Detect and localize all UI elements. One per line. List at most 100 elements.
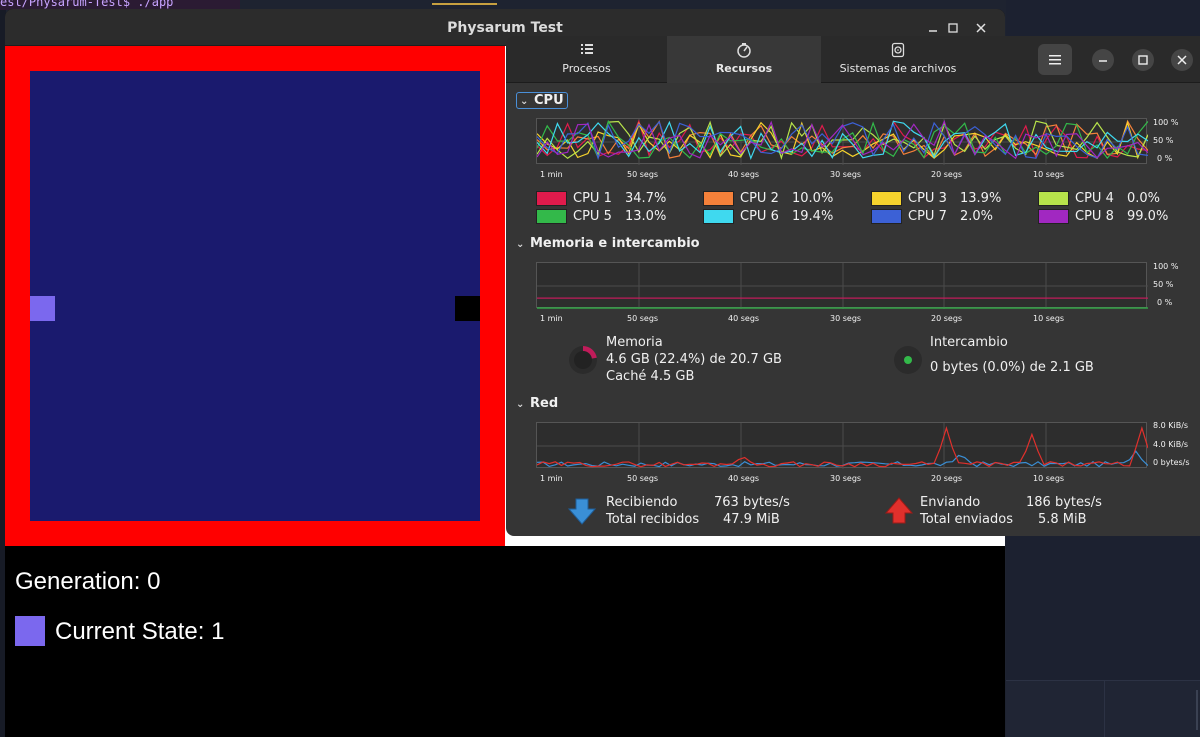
memory-graph-canvas	[537, 263, 1148, 309]
axis-label: 0 %	[1157, 154, 1173, 163]
cpu-name: CPU 6	[740, 209, 779, 224]
cpu-section-toggle[interactable]: ⌄ CPU	[516, 92, 568, 109]
axis-label: 100 %	[1153, 262, 1179, 271]
memory-cache: Caché 4.5 GB	[606, 369, 695, 384]
cpu-color-swatch[interactable]	[1038, 191, 1069, 206]
network-section-toggle[interactable]: ⌄ Red	[516, 396, 558, 411]
cpu-color-swatch[interactable]	[536, 209, 567, 224]
hamburger-icon	[1049, 55, 1061, 65]
axis-label: 30 segs	[830, 314, 862, 323]
maximize-button[interactable]	[945, 20, 961, 36]
axis-label: 20 segs	[931, 170, 963, 179]
minimize-button[interactable]	[925, 20, 941, 36]
swap-usage: 0 bytes (0.0%) de 2.1 GB	[930, 360, 1094, 375]
simulation-canvas[interactable]	[5, 46, 505, 546]
minimize-icon	[1099, 60, 1107, 62]
memory-section-toggle[interactable]: ⌄ Memoria e intercambio	[516, 236, 700, 251]
inactive-cell	[455, 296, 480, 321]
simulation-grid	[30, 71, 480, 521]
total-received-value: 47.9 MiB	[723, 512, 780, 527]
axis-label: 20 segs	[931, 474, 963, 483]
axis-label: 8.0 KiB/s	[1153, 421, 1189, 430]
tab-label: Sistemas de archivos	[839, 62, 957, 75]
cpu-name: CPU 5	[573, 209, 612, 224]
cpu-color-swatch[interactable]	[871, 191, 902, 206]
cpu-value: 13.0%	[625, 209, 667, 224]
close-icon	[1177, 55, 1187, 65]
axis-label: 40 segs	[728, 314, 760, 323]
total-received-label: Total recibidos	[606, 512, 700, 527]
swap-pie-icon[interactable]	[893, 345, 923, 375]
simulation-info-panel: Generation: 0 Current State: 1	[5, 546, 1005, 737]
axis-label: 30 segs	[830, 170, 862, 179]
close-button[interactable]	[1171, 49, 1193, 71]
axis-label: 1 min	[540, 170, 563, 179]
axis-label: 50 %	[1153, 136, 1174, 145]
section-title: Red	[530, 396, 559, 411]
memory-title: Memoria	[606, 335, 663, 350]
upload-arrow-icon[interactable]	[884, 497, 914, 525]
axis-label: 50 segs	[627, 314, 659, 323]
axis-label: 1 min	[540, 474, 563, 483]
download-arrow-icon[interactable]	[567, 497, 597, 525]
axis-label: 0 %	[1157, 298, 1173, 307]
axis-label: 1 min	[540, 314, 563, 323]
generation-counter: Generation: 0	[15, 568, 161, 595]
minimize-button[interactable]	[1092, 49, 1114, 71]
memory-history-graph	[536, 262, 1148, 309]
maximize-button[interactable]	[1132, 49, 1154, 71]
total-sent-label: Total enviados	[920, 512, 1013, 527]
axis-label: 20 segs	[931, 314, 963, 323]
tab-recursos[interactable]: Recursos	[667, 36, 821, 83]
list-icon	[506, 42, 667, 58]
gauge-icon	[667, 42, 821, 58]
disk-icon	[821, 42, 975, 58]
axis-label: 50 segs	[627, 170, 659, 179]
cpu-color-swatch[interactable]	[703, 209, 734, 224]
receiving-label: Recibiendo	[606, 495, 678, 510]
close-button[interactable]	[973, 20, 989, 36]
axis-label: 40 segs	[728, 474, 760, 483]
axis-label: 100 %	[1153, 118, 1179, 127]
cpu-color-swatch[interactable]	[536, 191, 567, 206]
axis-label: 50 segs	[627, 474, 659, 483]
main-menu-button[interactable]	[1038, 44, 1072, 75]
state-color-swatch	[15, 616, 45, 646]
tab-sistemas-de-archivos[interactable]: Sistemas de archivos	[821, 36, 975, 83]
tab-procesos[interactable]: Procesos	[506, 36, 667, 83]
cpu-color-swatch[interactable]	[1038, 209, 1069, 224]
cpu-name: CPU 3	[908, 191, 947, 206]
memory-pie-icon[interactable]	[568, 345, 598, 375]
cpu-value: 13.9%	[960, 191, 1002, 206]
chevron-down-icon: ⌄	[516, 399, 525, 410]
tab-label: Recursos	[715, 62, 773, 75]
tab-label: Procesos	[562, 62, 611, 75]
cpu-graph-canvas	[537, 119, 1148, 165]
axis-label: 4.0 KiB/s	[1153, 440, 1189, 449]
axis-label: 10 segs	[1033, 474, 1065, 483]
swap-title: Intercambio	[930, 335, 1008, 350]
cpu-value: 34.7%	[625, 191, 667, 206]
sending-rate: 186 bytes/s	[1026, 495, 1102, 510]
system-monitor-header[interactable]: Procesos Recursos Sistemas de archivos	[506, 36, 1200, 83]
maximize-icon	[1138, 55, 1148, 65]
axis-label: 40 segs	[728, 170, 760, 179]
cpu-value: 99.0%	[1127, 209, 1169, 224]
active-cell	[30, 296, 55, 321]
maximize-icon	[948, 23, 958, 33]
background-scrollbar[interactable]	[1196, 690, 1198, 730]
cpu-name: CPU 4	[1075, 191, 1114, 206]
cpu-value: 19.4%	[792, 209, 834, 224]
current-state-label: Current State: 1	[55, 618, 225, 645]
cpu-value: 10.0%	[792, 191, 834, 206]
cpu-name: CPU 7	[908, 209, 947, 224]
system-monitor-window: Procesos Recursos Sistemas de archivos ⌄…	[506, 36, 1200, 536]
cpu-color-swatch[interactable]	[703, 191, 734, 206]
total-sent-value: 5.8 MiB	[1038, 512, 1087, 527]
axis-label: 0 bytes/s	[1153, 458, 1190, 467]
cpu-color-swatch[interactable]	[871, 209, 902, 224]
axis-label: 10 segs	[1033, 314, 1065, 323]
sending-label: Enviando	[920, 495, 981, 510]
section-title: Memoria e intercambio	[530, 236, 700, 251]
network-graph-canvas	[537, 423, 1148, 469]
